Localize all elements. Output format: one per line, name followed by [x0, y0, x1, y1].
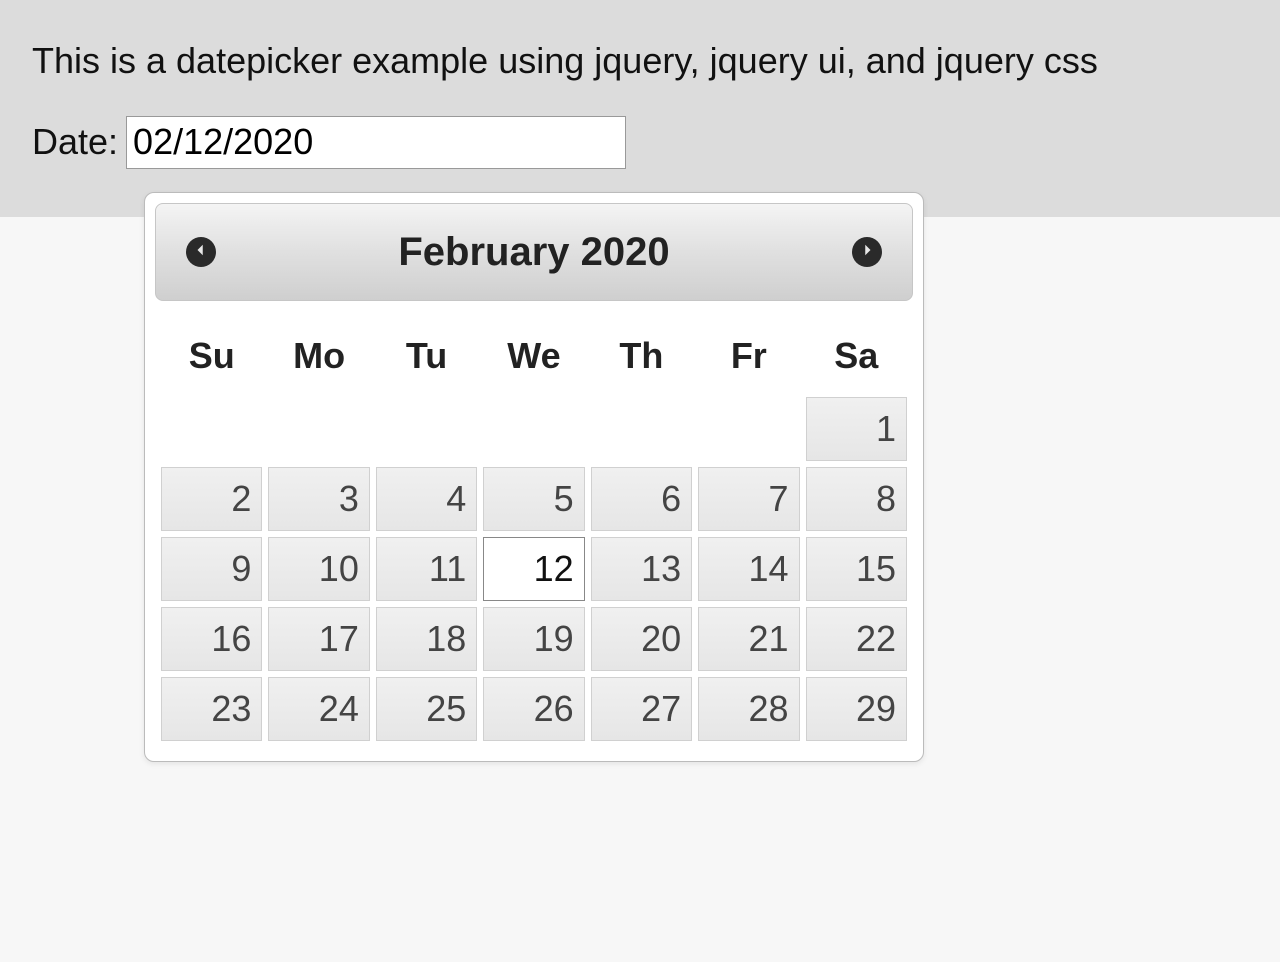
calendar-day-cell[interactable]: 2 — [161, 467, 262, 531]
datepicker-header: February 2020 — [155, 203, 913, 301]
calendar-day-cell[interactable]: 6 — [591, 467, 692, 531]
page-title: This is a datepicker example using jquer… — [32, 40, 1248, 82]
calendar-day-cell[interactable]: 23 — [161, 677, 262, 741]
calendar-day-cell[interactable]: 17 — [268, 607, 369, 671]
calendar-day-cell — [591, 397, 692, 461]
calendar-day-cell[interactable]: 25 — [376, 677, 477, 741]
calendar-day-cell[interactable]: 15 — [806, 537, 907, 601]
calendar-day-cell[interactable]: 29 — [806, 677, 907, 741]
date-label: Date: — [32, 121, 118, 163]
calendar-day-cell[interactable]: 19 — [483, 607, 584, 671]
weekday-header: Th — [591, 325, 692, 391]
datepicker-widget: February 2020 Su Mo Tu We Th Fr Sa 12345… — [144, 192, 924, 762]
calendar-day-cell[interactable]: 8 — [806, 467, 907, 531]
weekday-header: We — [483, 325, 584, 391]
calendar-day-cell — [483, 397, 584, 461]
calendar-day-cell[interactable]: 9 — [161, 537, 262, 601]
calendar-day-cell[interactable]: 10 — [268, 537, 369, 601]
calendar-day-cell[interactable]: 21 — [698, 607, 799, 671]
date-field-row: Date: — [32, 116, 1248, 169]
calendar-day-cell[interactable]: 3 — [268, 467, 369, 531]
prev-month-button[interactable] — [186, 237, 216, 267]
calendar-day-cell — [376, 397, 477, 461]
caret-left-icon — [194, 243, 208, 262]
calendar-day-cell — [698, 397, 799, 461]
calendar-day-cell[interactable]: 13 — [591, 537, 692, 601]
calendar-day-cell[interactable]: 28 — [698, 677, 799, 741]
calendar-day-cell — [161, 397, 262, 461]
calendar-day-cell[interactable]: 14 — [698, 537, 799, 601]
date-input[interactable] — [126, 116, 626, 169]
calendar-day-cell[interactable]: 22 — [806, 607, 907, 671]
calendar-day-cell — [268, 397, 369, 461]
calendar-day-cell[interactable]: 7 — [698, 467, 799, 531]
calendar-day-cell[interactable]: 24 — [268, 677, 369, 741]
next-month-button[interactable] — [852, 237, 882, 267]
calendar-day-cell[interactable]: 27 — [591, 677, 692, 741]
calendar-day-cell[interactable]: 5 — [483, 467, 584, 531]
calendar-day-cell[interactable]: 18 — [376, 607, 477, 671]
weekday-header: Mo — [268, 325, 369, 391]
calendar-day-cell[interactable]: 26 — [483, 677, 584, 741]
weekday-header: Su — [161, 325, 262, 391]
weekday-header: Sa — [806, 325, 907, 391]
calendar-day-cell[interactable]: 20 — [591, 607, 692, 671]
calendar-day-cell[interactable]: 1 — [806, 397, 907, 461]
calendar-day-cell[interactable]: 16 — [161, 607, 262, 671]
weekday-header: Tu — [376, 325, 477, 391]
calendar-day-cell[interactable]: 11 — [376, 537, 477, 601]
datepicker-month-year: February 2020 — [398, 230, 669, 275]
calendar-day-cell[interactable]: 4 — [376, 467, 477, 531]
caret-right-icon — [860, 243, 874, 262]
calendar-grid: Su Mo Tu We Th Fr Sa 1234567891011121314… — [155, 319, 913, 747]
weekday-header: Fr — [698, 325, 799, 391]
calendar-day-cell[interactable]: 12 — [483, 537, 584, 601]
